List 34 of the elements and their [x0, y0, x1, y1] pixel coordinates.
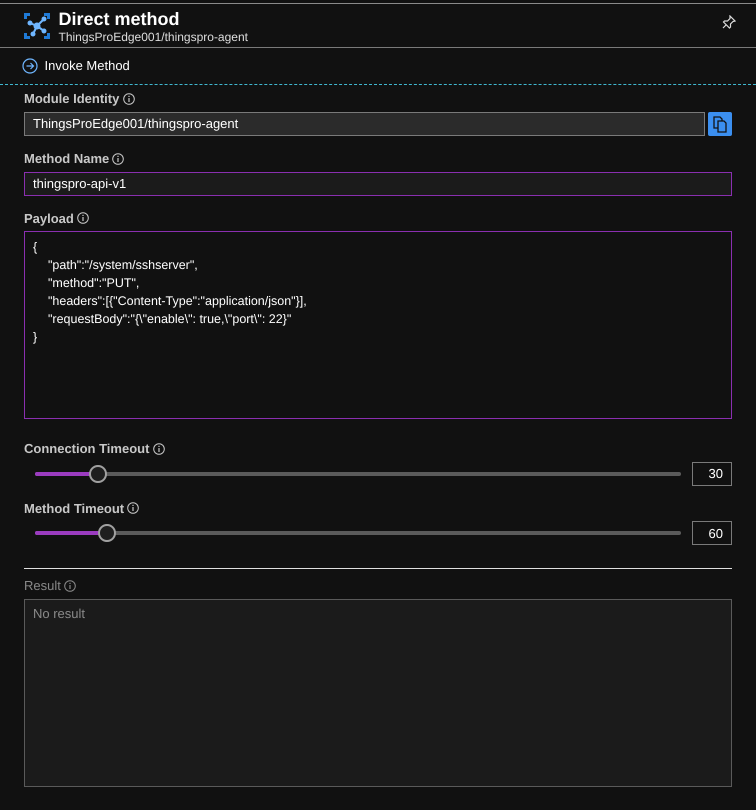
slider-thumb[interactable]: [98, 524, 116, 542]
timeout-field[interactable]: 30: [692, 462, 732, 486]
field-label: Connection Timeout: [24, 440, 150, 458]
field-label: Method Name: [24, 150, 110, 168]
network-hub-icon: [22, 11, 52, 42]
timeout-field[interactable]: 60: [692, 521, 732, 546]
code-line: "method":"PUT",: [47, 275, 140, 292]
panel-title: Direct method: [58, 8, 181, 30]
code-line: "headers":[{"Content-Type":"application/json"}],: [47, 293, 308, 310]
invoke-method-button[interactable]: Invoke Method: [22, 56, 130, 76]
slider[interactable]: [35, 523, 681, 544]
field-label: Payload: [24, 210, 74, 228]
field-label: Result: [24, 576, 61, 595]
info-icon[interactable]: [112, 152, 124, 164]
code-line: {: [33, 239, 38, 256]
info-icon[interactable]: [64, 580, 76, 592]
code-line: }: [33, 329, 38, 346]
code-line: "requestBody":"{\"enable\": true,\"port\": 22}": [47, 311, 292, 328]
method-name-field[interactable]: thingspro-api-v1: [24, 172, 732, 196]
module-identity-field: ThingsProEdge001/thingspro-agent: [24, 112, 705, 136]
pin-icon[interactable]: [722, 14, 736, 28]
info-icon[interactable]: [127, 502, 140, 514]
field-label: Module Identity: [24, 90, 120, 108]
slider-thumb[interactable]: [89, 464, 108, 482]
field-label: Method Timeout: [24, 500, 124, 518]
copy-button[interactable]: [708, 112, 732, 136]
slider[interactable]: [35, 464, 681, 484]
panel-subtitle: ThingsProEdge001/thingspro-agent: [58, 30, 249, 44]
payload-field[interactable]: { "path":"/system/sshserver", "method":"PUT", "headers":[{"Content-Type":"application/json"}], "requestBody":"{\"enable\": true,\"port\": 22}" }: [24, 231, 732, 420]
info-icon[interactable]: [122, 92, 135, 105]
arrow-circle-icon: [22, 58, 38, 74]
info-icon[interactable]: [77, 212, 90, 224]
code-line: "path":"/system/sshserver",: [47, 257, 199, 274]
info-icon[interactable]: [152, 442, 165, 454]
